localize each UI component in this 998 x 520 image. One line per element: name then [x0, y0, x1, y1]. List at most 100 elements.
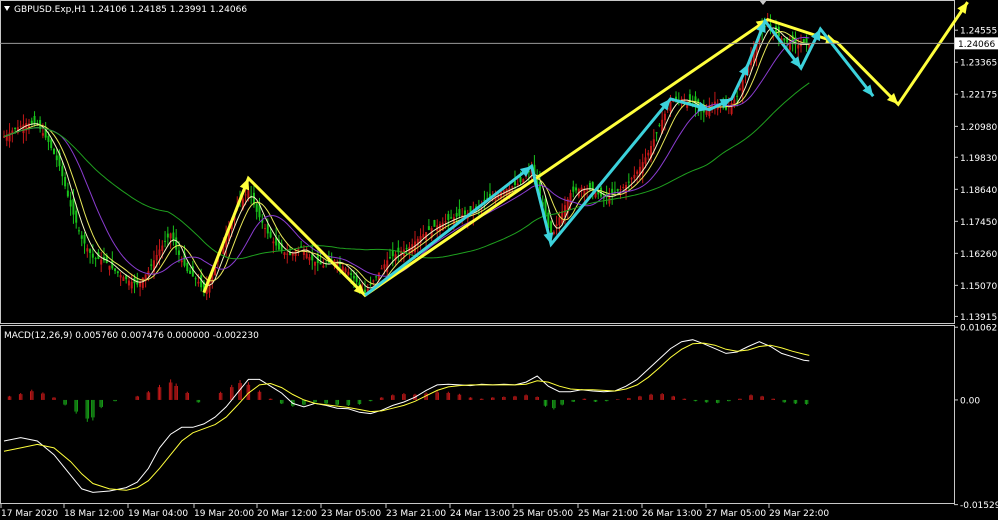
candle-body	[730, 102, 733, 114]
candle-body	[450, 217, 453, 219]
candle-body	[294, 250, 297, 257]
candle-body	[114, 268, 117, 272]
candle-body	[575, 187, 578, 191]
candle-body	[314, 261, 317, 266]
candle-body	[622, 187, 625, 189]
time-tick-label: 25 Mar 05:00	[513, 509, 573, 519]
candle-body	[61, 166, 64, 177]
candle-body	[127, 280, 130, 286]
time-tick-label: 20 Mar 12:00	[257, 509, 317, 519]
candle-body	[194, 278, 197, 280]
candle-body	[619, 189, 622, 191]
macd-tick-label: 0.01062	[960, 324, 997, 334]
candle-body	[469, 205, 472, 212]
candle-body	[69, 200, 72, 207]
candle-body	[511, 186, 514, 188]
candle-body	[375, 276, 378, 278]
candle-body	[75, 210, 78, 223]
candle-body	[269, 231, 272, 238]
scroll-marker-icon[interactable]	[759, 0, 767, 5]
candle-body	[369, 284, 372, 286]
time-tick-label: 29 Mar 22:00	[769, 509, 829, 519]
price-tick-label: 1.18640	[960, 186, 997, 196]
candle-body	[286, 253, 289, 255]
candle-body	[644, 157, 647, 164]
candle-body	[91, 253, 94, 258]
macd-tick-label: -0.01529	[960, 501, 998, 511]
candle-body	[50, 139, 53, 149]
time-tick-label: 26 Mar 13:00	[642, 509, 702, 519]
candle-body	[272, 241, 275, 244]
candle-body	[175, 237, 178, 250]
candle-body	[669, 101, 672, 112]
candle-body	[119, 275, 122, 278]
price-tick-label: 1.16260	[960, 250, 997, 260]
macd-axis: 0.01062 0.00 -0.01529	[954, 324, 998, 511]
macd-header: MACD(12,26,9) 0.005760 0.007476 0.000000…	[4, 331, 259, 341]
candle-body	[94, 258, 97, 260]
candle-body	[89, 249, 92, 253]
candle-body	[116, 271, 119, 274]
candle-body	[64, 177, 67, 187]
time-tick-label: 17 Mar 2020	[1, 509, 58, 519]
candle-body	[169, 233, 172, 239]
candle-body	[41, 133, 44, 136]
candle-body	[322, 265, 325, 268]
candle-body	[427, 226, 430, 231]
trading-chart[interactable]: 1.24066 1.24555 1.23365 1.22175 1.20980 1.198…	[0, 0, 998, 520]
price-plot	[0, 1, 969, 301]
candle-body	[177, 250, 180, 255]
candle-body	[516, 183, 519, 185]
candle-body	[627, 181, 630, 183]
candle-body	[447, 214, 450, 220]
candle-body	[555, 224, 558, 227]
ma-long-line	[3, 82, 810, 260]
candle-body	[77, 230, 80, 232]
candle-body	[799, 44, 802, 47]
candle-body	[164, 240, 167, 242]
candle-body	[636, 171, 639, 174]
candle-body	[19, 125, 22, 127]
candle-body	[652, 139, 655, 147]
time-axis: 17 Mar 2020 18 Mar 12:00 19 Mar 04:00 19 Ma…	[0, 504, 829, 519]
candle-body	[55, 155, 58, 161]
candle-body	[189, 270, 192, 274]
candle-body	[244, 194, 247, 196]
candle-body	[389, 257, 392, 259]
candle-body	[364, 289, 367, 293]
candle-body	[738, 88, 741, 91]
time-tick-label: 23 Mar 21:00	[386, 509, 446, 519]
candle-body	[155, 254, 158, 261]
candle-body	[663, 113, 666, 121]
candle-body	[519, 177, 522, 183]
candle-body	[713, 101, 716, 105]
candle-body	[283, 252, 286, 256]
candle-body	[305, 253, 308, 259]
candle-body	[22, 124, 25, 134]
candle-body	[347, 271, 350, 275]
candle-body	[422, 234, 425, 238]
candle-body	[247, 190, 250, 199]
symbol-menu-icon[interactable]	[4, 6, 10, 11]
price-tick-label: 1.17450	[960, 218, 997, 228]
time-tick-label: 25 Mar 21:00	[578, 509, 638, 519]
candle-body	[455, 213, 458, 217]
candle-body	[558, 217, 561, 225]
candle-body	[297, 248, 300, 250]
candle-body	[658, 124, 661, 126]
candle-body	[433, 219, 436, 227]
candle-body	[150, 264, 153, 266]
candle-body	[122, 277, 125, 281]
candle-body	[444, 221, 447, 223]
price-axis: 1.24066 1.24555 1.23365 1.22175 1.20980 1.198…	[954, 27, 998, 323]
time-tick-label: 19 Mar 20:00	[194, 509, 254, 519]
candle-body	[572, 186, 575, 192]
price-tick-label: 1.24555	[960, 27, 997, 37]
chart-header: GBPUSD.Exp,H1 1.24106 1.24185 1.23991 1.…	[14, 5, 247, 15]
candle-body	[141, 277, 144, 288]
candle-body	[405, 248, 408, 250]
candle-body	[352, 275, 355, 279]
candle-body	[83, 234, 86, 244]
time-tick-label: 23 Mar 05:00	[321, 509, 381, 519]
candle-body	[655, 132, 658, 134]
